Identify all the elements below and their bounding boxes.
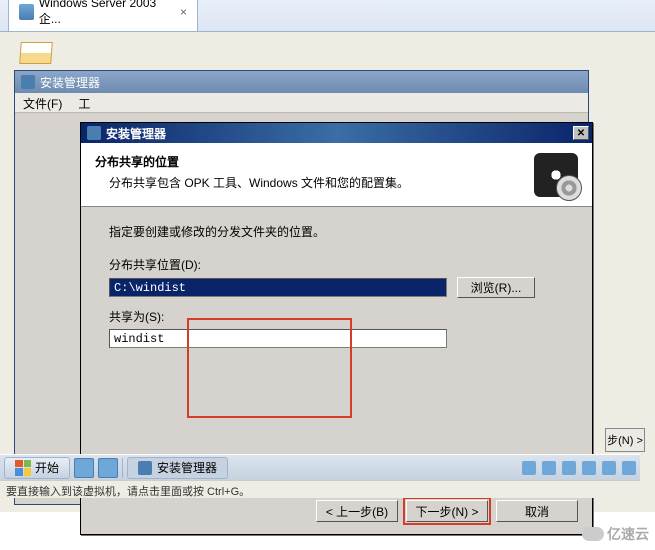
browse-button[interactable]: 浏览(R)... (457, 277, 535, 298)
instruction-text: 指定要创建或修改的分发文件夹的位置。 (109, 223, 564, 240)
browser-tab[interactable]: Windows Server 2003 企... × (8, 0, 198, 31)
menu-file[interactable]: 文件(F) (23, 95, 62, 110)
close-button[interactable]: ✕ (573, 126, 589, 140)
share-as-label: 共享为(S): (109, 308, 564, 325)
dialog-footer: < 上一步(B) 下一步(N) > 取消 (316, 500, 578, 522)
close-icon: ✕ (577, 128, 585, 139)
tray-icon[interactable] (542, 461, 556, 475)
system-tray (522, 461, 636, 475)
tray-icon[interactable] (622, 461, 636, 475)
disc-icon (534, 153, 578, 197)
vm-status-bar: 要直接输入到该虚拟机，请点击里面或按 Ctrl+G。 (0, 480, 640, 498)
next-button[interactable]: 下一步(N) > (406, 500, 488, 522)
background-next-button[interactable]: 步(N) > (605, 428, 645, 452)
share-location-label: 分布共享位置(D): (109, 256, 564, 273)
cloud-icon (582, 527, 604, 541)
taskbar-separator (122, 458, 123, 478)
quicklaunch-desktop-icon[interactable] (98, 458, 118, 478)
task-app-icon (138, 461, 152, 475)
dialog-titlebar[interactable]: 安装管理器 ✕ (81, 123, 592, 143)
tray-icon[interactable] (602, 461, 616, 475)
cancel-button[interactable]: 取消 (496, 500, 578, 522)
task-label: 安装管理器 (157, 459, 217, 476)
envelope-icon (19, 42, 53, 64)
tray-icon[interactable] (562, 461, 576, 475)
tab-favicon-icon (19, 4, 34, 20)
start-button[interactable]: 开始 (4, 457, 70, 479)
dialog-body: 指定要创建或修改的分发文件夹的位置。 分布共享位置(D): 浏览(R)... 共… (81, 207, 592, 374)
tray-icon[interactable] (582, 461, 596, 475)
app-icon (21, 75, 35, 89)
dialog-subheading: 分布共享包含 OPK 工具、Windows 文件和您的配置集。 (109, 174, 409, 191)
share-as-input[interactable] (109, 329, 447, 348)
close-icon[interactable]: × (180, 5, 187, 19)
watermark-text: 亿速云 (607, 524, 649, 544)
quicklaunch-ie-icon[interactable] (74, 458, 94, 478)
dialog-heading: 分布共享的位置 (95, 153, 409, 170)
tray-icon[interactable] (522, 461, 536, 475)
browser-tab-bar: Windows Server 2003 企... × (0, 0, 655, 32)
taskbar-task[interactable]: 安装管理器 (127, 457, 228, 479)
start-label: 开始 (35, 459, 59, 476)
dialog-icon (87, 126, 101, 140)
tab-title: Windows Server 2003 企... (39, 0, 171, 27)
back-button[interactable]: < 上一步(B) (316, 500, 398, 522)
dialog-header: 分布共享的位置 分布共享包含 OPK 工具、Windows 文件和您的配置集。 (81, 143, 592, 207)
parent-menu-bar: 文件(F) 工 (15, 93, 588, 113)
taskbar: 开始 安装管理器 (0, 454, 640, 480)
desktop-area: 安装管理器 文件(F) 工 步(N) > 安装管理器 ✕ 分布共享的位置 分布共… (0, 32, 655, 512)
dialog-title: 安装管理器 (106, 125, 166, 142)
parent-window-title: 安装管理器 (40, 74, 100, 91)
parent-window-titlebar[interactable]: 安装管理器 (15, 71, 588, 93)
windows-flag-icon (15, 460, 31, 476)
watermark: 亿速云 (582, 524, 649, 544)
share-location-input[interactable] (109, 278, 447, 297)
menu-tools[interactable]: 工 (78, 95, 90, 110)
